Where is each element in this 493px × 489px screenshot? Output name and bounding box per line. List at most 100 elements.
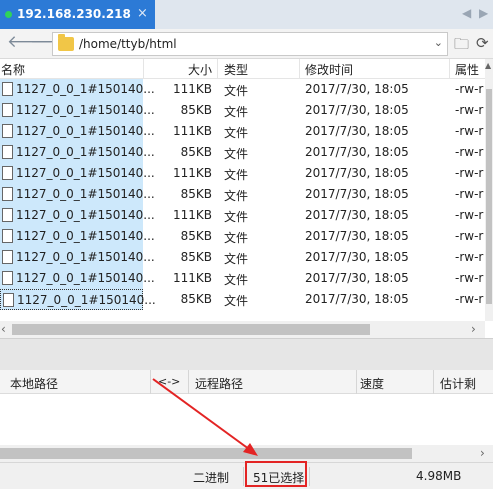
table-row[interactable]: 1127_0_0_1#150140... 111KB 文件 2017/7/30, 18… <box>0 163 485 184</box>
queue-horizontal-scrollbar[interactable]: › <box>0 445 493 462</box>
tab-scroll-left-icon[interactable]: ◀ <box>462 6 471 20</box>
horizontal-scrollbar[interactable]: ‹ › <box>0 321 485 338</box>
queue-scroll-thumb[interactable] <box>0 448 412 459</box>
scroll-right-icon[interactable]: › <box>471 322 476 336</box>
file-icon <box>3 293 14 307</box>
file-attr: -rw-r <box>455 103 484 117</box>
file-name: 1127_0_0_1#150140... <box>16 250 155 264</box>
status-separator <box>243 467 244 486</box>
transfer-queue-list[interactable] <box>0 394 493 445</box>
path-text: /home/ttyb/html <box>79 37 177 51</box>
status-separator <box>309 467 310 486</box>
file-modified: 2017/7/30, 18:05 <box>305 145 409 159</box>
file-icon <box>2 271 13 285</box>
table-row[interactable]: 1127_0_0_1#150140... 85KB 文件 2017/7/30, 18:… <box>0 100 485 121</box>
file-name-cell[interactable]: 1127_0_0_1#150140... <box>0 142 155 163</box>
file-size: 111KB <box>172 208 212 222</box>
file-name: 1127_0_0_1#150140... <box>16 187 155 201</box>
file-name-cell[interactable]: 1127_0_0_1#150140... <box>0 184 155 205</box>
refresh-icon[interactable]: ⟳ <box>476 34 489 52</box>
close-icon[interactable]: × <box>137 6 148 21</box>
column-separator <box>150 370 151 394</box>
column-attr[interactable]: 属性 <box>450 59 485 79</box>
file-list[interactable]: 名称 ^ 大小 类型 修改时间 属性 1127_0_0_1#150140... 11… <box>0 59 493 338</box>
new-folder-icon[interactable]: 🗀 <box>454 34 469 59</box>
column-type[interactable]: 类型 <box>218 59 300 79</box>
file-attr: -rw-r <box>455 271 484 285</box>
table-row[interactable]: 1127_0_0_1#150140... 111KB 文件 2017/7/30, 18… <box>0 121 485 142</box>
file-name-cell[interactable]: 1127_0_0_1#150140... <box>0 226 155 247</box>
file-type: 文件 <box>224 210 249 224</box>
table-row[interactable]: 1127_0_0_1#150140... 111KB 文件 2017/7/30, 18… <box>0 205 485 226</box>
file-name-cell[interactable]: 1127_0_0_1#150140... <box>0 121 155 142</box>
file-modified: 2017/7/30, 18:05 <box>305 229 409 243</box>
file-size: 85KB <box>180 229 212 243</box>
queue-direction[interactable]: <-> <box>158 375 180 388</box>
file-modified: 2017/7/30, 18:05 <box>305 271 409 285</box>
file-name-cell[interactable]: 1127_0_0_1#150140... <box>0 289 156 310</box>
chevron-down-icon[interactable]: ⌄ <box>434 36 443 49</box>
file-size: 85KB <box>180 292 212 306</box>
connected-status-icon <box>5 11 12 18</box>
file-size: 111KB <box>172 166 212 180</box>
file-name-cell[interactable]: 1127_0_0_1#150140... <box>0 268 155 289</box>
column-separator <box>433 370 434 394</box>
file-modified: 2017/7/30, 18:05 <box>305 166 409 180</box>
column-separator <box>356 370 357 394</box>
scroll-left-icon[interactable]: ‹ <box>1 322 6 336</box>
column-header: 名称 ^ 大小 类型 修改时间 属性 <box>0 59 485 79</box>
file-name-cell[interactable]: 1127_0_0_1#150140... <box>0 79 155 100</box>
table-row[interactable]: 1127_0_0_1#150140... 85KB 文件 2017/7/30, 18:… <box>0 142 485 163</box>
scroll-up-icon[interactable]: ▲ <box>485 61 491 70</box>
column-name[interactable]: 名称 ^ <box>0 59 144 79</box>
table-row[interactable]: 1127_0_0_1#150140... 85KB 文件 2017/7/30, 18:… <box>0 184 485 205</box>
queue-speed[interactable]: 速度 <box>360 375 384 392</box>
queue-local-path[interactable]: 本地路径 <box>10 375 58 392</box>
file-name-cell[interactable]: 1127_0_0_1#150140... <box>0 247 155 268</box>
table-row[interactable]: 1127_0_0_1#150140... 85KB 文件 2017/7/30, 18:… <box>0 289 485 310</box>
queue-remote-path[interactable]: 远程路径 <box>195 375 243 392</box>
vertical-scroll-thumb[interactable] <box>486 89 492 304</box>
file-size: 85KB <box>180 145 212 159</box>
column-separator <box>188 370 189 394</box>
path-input[interactable]: /home/ttyb/html ⌄ <box>52 32 448 56</box>
file-name: 1127_0_0_1#150140... <box>16 229 155 243</box>
file-name-cell[interactable]: 1127_0_0_1#150140... <box>0 163 155 184</box>
scroll-right-icon[interactable]: › <box>480 446 485 460</box>
table-row[interactable]: 1127_0_0_1#150140... 85KB 文件 2017/7/30, 18:… <box>0 247 485 268</box>
file-type: 文件 <box>224 147 249 161</box>
file-modified: 2017/7/30, 18:05 <box>305 208 409 222</box>
column-modified[interactable]: 修改时间 <box>300 59 450 79</box>
pane-splitter[interactable] <box>0 338 493 370</box>
file-size: 111KB <box>172 82 212 96</box>
horizontal-scroll-thumb[interactable] <box>12 324 370 335</box>
vertical-scrollbar[interactable]: ▲ <box>485 59 493 321</box>
table-row[interactable]: 1127_0_0_1#150140... 85KB 文件 2017/7/30, 18:… <box>0 226 485 247</box>
file-modified: 2017/7/30, 18:05 <box>305 124 409 138</box>
file-name: 1127_0_0_1#150140... <box>16 124 155 138</box>
folder-icon <box>58 34 74 51</box>
file-attr: -rw-r <box>455 187 484 201</box>
annotation-highlight-box <box>245 461 307 487</box>
table-row[interactable]: 1127_0_0_1#150140... 111KB 文件 2017/7/30, 18… <box>0 79 485 100</box>
file-attr: -rw-r <box>455 292 484 306</box>
column-size[interactable]: 大小 <box>144 59 218 79</box>
tab-session[interactable]: 192.168.230.218 × <box>0 0 155 29</box>
file-type: 文件 <box>224 273 249 287</box>
file-name: 1127_0_0_1#150140... <box>16 208 155 222</box>
file-modified: 2017/7/30, 18:05 <box>305 82 409 96</box>
sort-asc-icon: ^ <box>66 59 74 66</box>
file-name-cell[interactable]: 1127_0_0_1#150140... <box>0 205 155 226</box>
file-type: 文件 <box>224 126 249 140</box>
table-row[interactable]: 1127_0_0_1#150140... 111KB 文件 2017/7/30, 18… <box>0 268 485 289</box>
file-size: 111KB <box>172 124 212 138</box>
tab-scroll-right-icon[interactable]: ▶ <box>479 6 488 20</box>
file-size: 111KB <box>172 271 212 285</box>
file-name-cell[interactable]: 1127_0_0_1#150140... <box>0 100 155 121</box>
file-modified: 2017/7/30, 18:05 <box>305 187 409 201</box>
file-icon <box>2 103 13 117</box>
file-size: 85KB <box>180 103 212 117</box>
file-icon <box>2 187 13 201</box>
file-icon <box>2 208 13 222</box>
tab-title: 192.168.230.218 <box>17 7 131 21</box>
